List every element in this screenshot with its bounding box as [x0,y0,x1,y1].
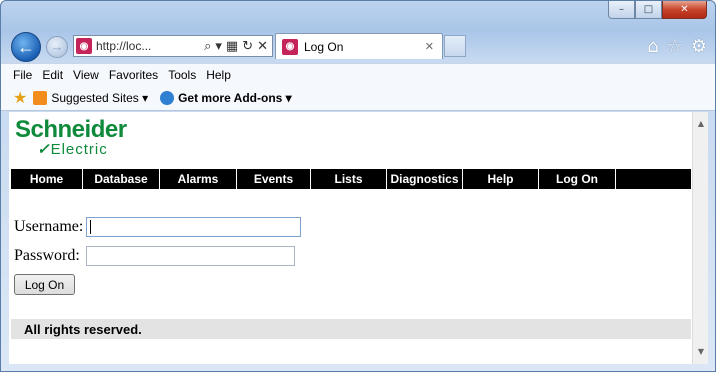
nav-database[interactable]: Database [83,169,160,189]
compatibility-view-icon[interactable]: ▦ [226,39,238,54]
close-button[interactable]: ✕ [662,1,707,19]
login-form: Username: Password: Log On [14,212,301,295]
site-nav: Home Database Alarms Events Lists Diagno… [11,169,691,189]
tools-icon[interactable]: ⚙ [691,36,707,57]
tab-favicon-icon: ◉ [282,38,298,55]
username-row: Username: [14,212,301,241]
maximize-button[interactable]: □ [635,1,662,19]
password-label: Password: [14,246,80,264]
username-input[interactable] [86,216,301,237]
forward-button[interactable]: → [46,36,68,58]
text-cursor [90,219,91,234]
menu-favorites[interactable]: Favorites [109,68,158,82]
address-bar[interactable]: ◉ http://loc... ⌕ ▾ ▦ ↻ ✕ [73,35,273,57]
search-dropdown-icon[interactable]: ▾ [215,39,222,54]
menu-view[interactable]: View [73,68,99,82]
vertical-scrollbar[interactable]: ▲ ▼ [692,112,708,364]
nav-lists[interactable]: Lists [311,169,387,189]
tab-close-icon[interactable]: ✕ [425,40,434,53]
nav-alarms[interactable]: Alarms [160,169,237,189]
log-on-button[interactable]: Log On [14,274,75,295]
suggested-sites-icon [33,90,48,105]
footer-copyright: All rights reserved. [11,319,691,339]
username-label: Username: [14,217,84,235]
window-controls: – □ ✕ [608,1,707,19]
stop-icon[interactable]: ✕ [257,39,268,54]
minimize-button[interactable]: – [608,1,635,19]
schneider-electric-logo: Schneider ✓ Electric [15,116,127,159]
scroll-down-icon[interactable]: ▼ [693,344,709,360]
favorites-icon[interactable]: ☆ [667,36,683,57]
nav-home[interactable]: Home [11,169,83,189]
menu-help[interactable]: Help [206,68,231,82]
search-icon[interactable]: ⌕ [204,39,211,54]
menu-tools[interactable]: Tools [168,68,196,82]
nav-events[interactable]: Events [237,169,311,189]
nav-diagnostics[interactable]: Diagnostics [387,169,463,189]
new-tab-button[interactable] [444,35,466,57]
tab-title: Log On [304,39,344,54]
menu-file[interactable]: File [13,68,32,82]
get-addons-link[interactable]: Get more Add-ons ▾ [160,90,292,105]
refresh-icon[interactable]: ↻ [242,39,253,54]
site-favicon-icon: ◉ [76,38,92,54]
address-text[interactable]: http://loc... [96,39,151,53]
address-bar-icons: ⌕ ▾ ▦ ↻ ✕ [204,39,272,54]
menu-bar: File Edit View Favorites Tools Help [1,63,715,85]
get-addons-label: Get more Add-ons ▾ [178,90,292,105]
logo-text-top: Schneider [15,116,127,143]
favorites-bar: ★ Suggested Sites ▾ Get more Add-ons ▾ [1,85,715,111]
favorites-star-icon[interactable]: ★ [13,88,27,107]
page-content: Schneider ✓ Electric Home Database Alarm… [9,112,692,364]
nav-help[interactable]: Help [463,169,539,189]
nav-log-on[interactable]: Log On [539,169,616,189]
menu-edit[interactable]: Edit [42,68,63,82]
home-icon[interactable]: ⌂ [647,36,658,57]
suggested-sites-label: Suggested Sites ▾ [51,90,149,105]
logo-text-bottom: Electric [50,140,108,158]
back-button[interactable]: ← [11,32,41,62]
browser-window: – □ ✕ ← → ◉ http://loc... ⌕ ▾ ▦ ↻ ✕ ◉ Lo… [0,0,716,372]
browser-right-icons: ⌂ ☆ ⚙ [647,36,707,57]
password-input[interactable] [86,245,295,266]
tab-log-on[interactable]: ◉ Log On ✕ [275,33,443,59]
suggested-sites-link[interactable]: Suggested Sites ▾ [33,90,149,105]
addons-icon [160,90,175,105]
password-row: Password: [14,241,301,270]
navigation-row: ← → ◉ http://loc... ⌕ ▾ ▦ ↻ ✕ ◉ Log On ✕… [9,31,707,62]
scroll-up-icon[interactable]: ▲ [693,116,709,132]
logo-mark-icon: ✓ [37,140,50,158]
